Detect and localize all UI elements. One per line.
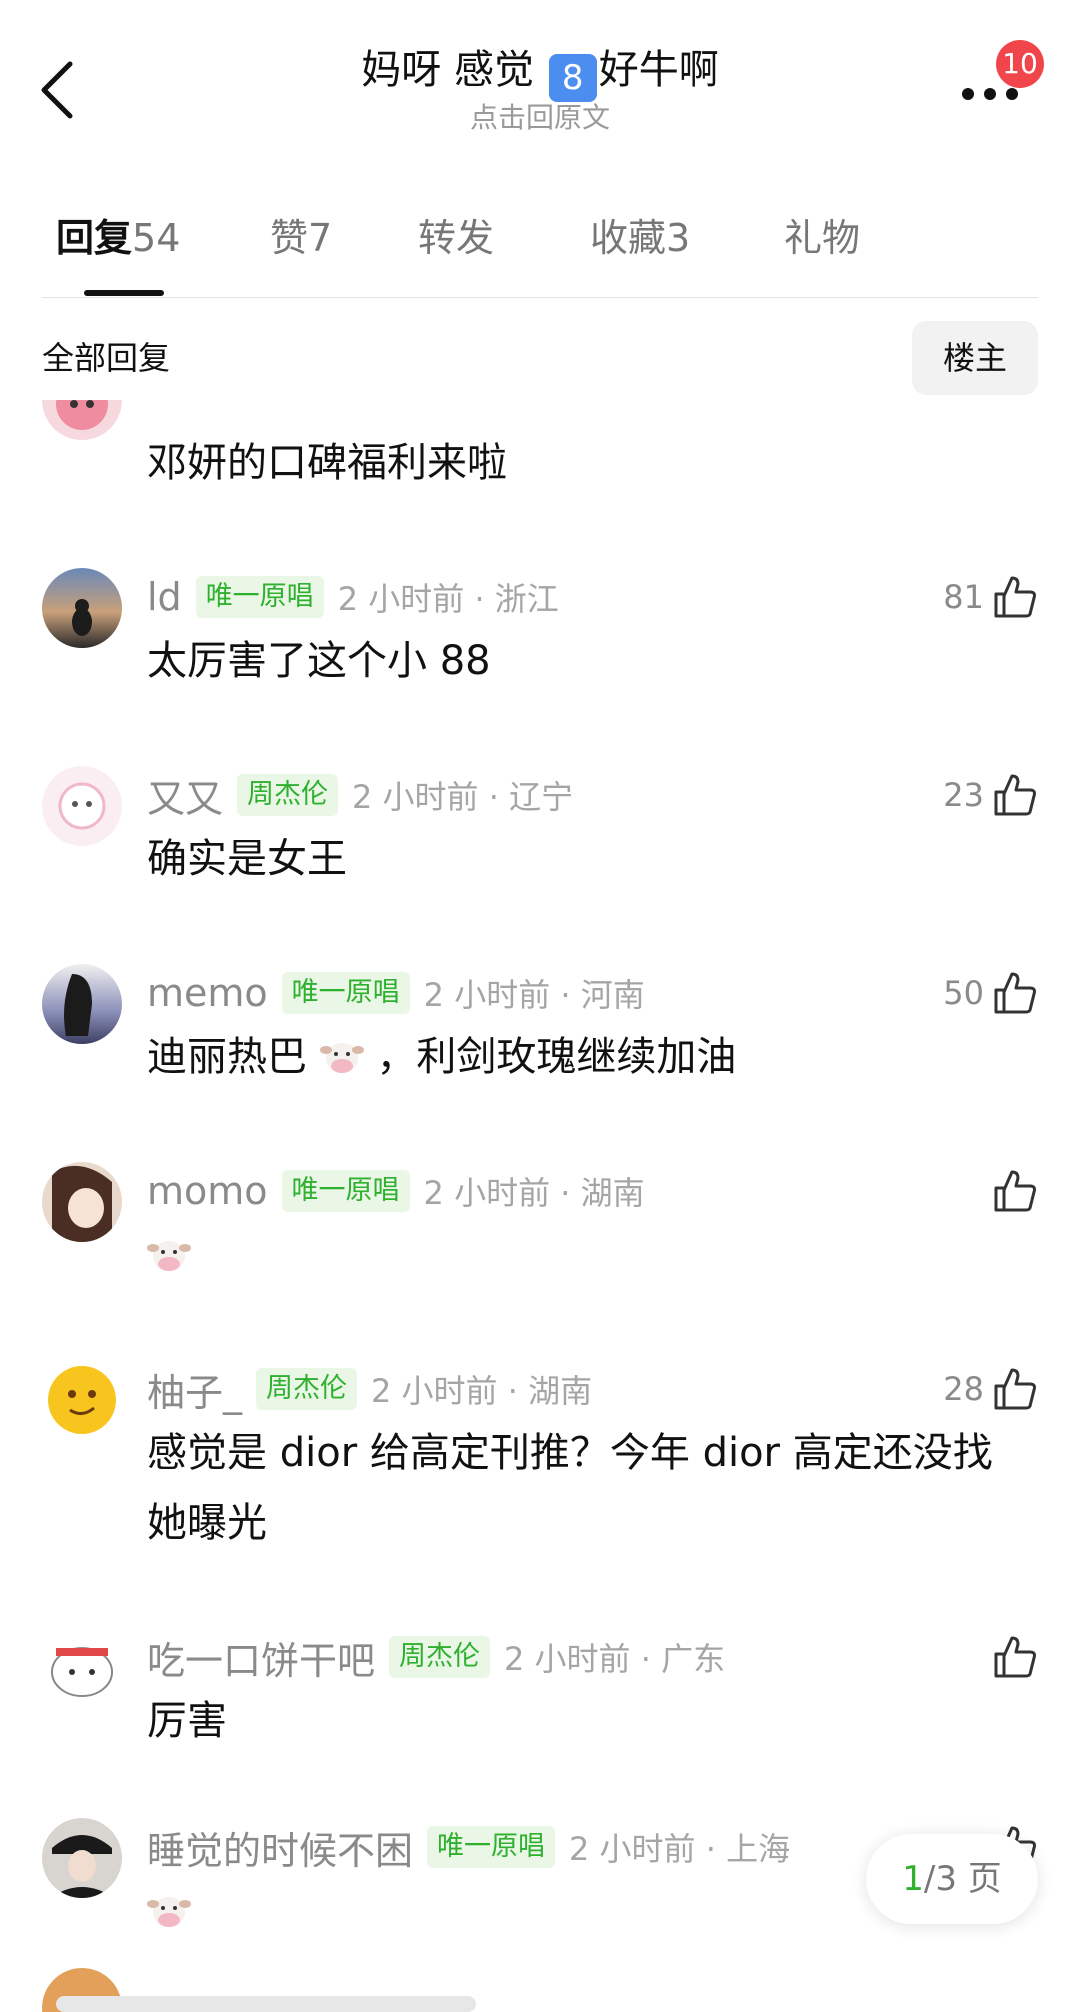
timestamp-location: 2 小时前 · 湖南 bbox=[423, 1174, 645, 1212]
avatar[interactable] bbox=[42, 766, 122, 846]
username[interactable]: memo bbox=[147, 971, 268, 1015]
tab-bar: 回复54 赞7 转发 收藏3 礼物 bbox=[56, 210, 1036, 290]
cow-emoji bbox=[319, 1043, 364, 1073]
notification-badge: 10 bbox=[996, 40, 1044, 88]
like-button[interactable] bbox=[984, 1632, 1038, 1682]
comment-text: 确实是女王 bbox=[147, 836, 347, 882]
thumbs-up-icon bbox=[994, 1636, 1036, 1678]
reply-input-bar[interactable] bbox=[56, 1996, 476, 2012]
avatar[interactable] bbox=[42, 568, 122, 648]
avatar[interactable] bbox=[42, 1818, 122, 1898]
thumbs-up-icon bbox=[994, 774, 1036, 816]
username[interactable]: 吃一口饼干吧 bbox=[147, 1630, 375, 1685]
thumbs-up-icon bbox=[994, 576, 1036, 618]
thumbs-up-icon bbox=[994, 972, 1036, 1014]
timestamp-location: 2 小时前 · 辽宁 bbox=[352, 778, 574, 816]
keycap-8-emoji: 8 bbox=[548, 54, 597, 102]
timestamp-location: 2 小时前 · 浙江 bbox=[337, 580, 559, 618]
timestamp-location: 2 小时前 · 广东 bbox=[504, 1640, 726, 1678]
comment-list: 邓妍的口碑福利来啦 ld 唯一原唱 2 小时前 · 浙江 81 太厉害了这个小 … bbox=[0, 400, 1080, 2012]
all-replies-heading: 全部回复 bbox=[42, 339, 171, 377]
fan-badge[interactable]: 唯一原唱 bbox=[427, 1826, 556, 1868]
like-count: 81 bbox=[943, 578, 984, 616]
tab-gifts[interactable]: 礼物 bbox=[784, 210, 860, 266]
avatar[interactable] bbox=[42, 964, 122, 1044]
comment-text bbox=[147, 1220, 1027, 1290]
avatar[interactable] bbox=[42, 400, 122, 440]
avatar[interactable] bbox=[42, 1628, 122, 1708]
cow-emoji bbox=[147, 1241, 191, 1271]
username[interactable]: ld bbox=[147, 575, 182, 619]
comment-text: 厉害 bbox=[147, 1698, 227, 1744]
tab-favorites[interactable]: 收藏3 bbox=[590, 210, 690, 266]
like-count: 23 bbox=[943, 776, 984, 814]
like-button[interactable]: 28 bbox=[943, 1364, 1038, 1414]
like-button[interactable]: 81 bbox=[943, 572, 1038, 622]
post-title-link[interactable]: 妈呀 感觉 8 好牛啊 点击回原文 bbox=[0, 42, 1080, 134]
avatar[interactable] bbox=[42, 1162, 122, 1242]
like-button[interactable]: 23 bbox=[943, 770, 1038, 820]
back-to-original-link[interactable]: 点击回原文 bbox=[0, 102, 1080, 134]
like-count: 50 bbox=[943, 974, 984, 1012]
comment-text: 感觉是 dior 给高定刊推？今年 dior 高定还没找她曝光 bbox=[147, 1430, 993, 1546]
tab-replies[interactable]: 回复54 bbox=[56, 210, 180, 266]
username[interactable]: 睡觉的时候不困 bbox=[147, 1820, 413, 1875]
timestamp-location: 2 小时前 · 湖南 bbox=[371, 1372, 593, 1410]
op-only-button[interactable]: 楼主 bbox=[912, 321, 1038, 395]
timestamp-location: 2 小时前 · 上海 bbox=[569, 1830, 791, 1868]
tab-likes[interactable]: 赞7 bbox=[270, 210, 332, 266]
fan-badge[interactable]: 周杰伦 bbox=[237, 774, 339, 816]
like-count: 28 bbox=[943, 1370, 984, 1408]
cow-emoji bbox=[147, 1897, 191, 1927]
username[interactable]: momo bbox=[147, 1169, 268, 1213]
fan-badge[interactable]: 周杰伦 bbox=[389, 1636, 491, 1678]
top-bar: 妈呀 感觉 8 好牛啊 点击回原文 10 bbox=[0, 0, 1080, 170]
fan-badge[interactable]: 唯一原唱 bbox=[281, 972, 410, 1014]
thumbs-up-icon bbox=[994, 1368, 1036, 1410]
thumbs-up-icon bbox=[994, 1170, 1036, 1212]
tab-reposts[interactable]: 转发 bbox=[418, 210, 494, 266]
comment-text: 迪丽热巴 ，利剑玫瑰继续加油 bbox=[147, 1034, 737, 1080]
divider bbox=[42, 297, 1038, 298]
fan-badge[interactable]: 唯一原唱 bbox=[195, 576, 324, 618]
avatar[interactable] bbox=[42, 1360, 122, 1440]
like-button[interactable] bbox=[984, 1166, 1038, 1216]
like-button[interactable]: 50 bbox=[943, 968, 1038, 1018]
fan-badge[interactable]: 唯一原唱 bbox=[281, 1170, 410, 1212]
username[interactable]: 又又 bbox=[147, 768, 223, 823]
active-tab-indicator bbox=[84, 290, 164, 296]
post-title: 妈呀 感觉 8 好牛啊 bbox=[0, 42, 1080, 102]
comment-text: 太厉害了这个小 88 bbox=[147, 638, 491, 684]
fan-badge[interactable]: 周杰伦 bbox=[256, 1368, 358, 1410]
username[interactable]: 柚子_ bbox=[147, 1362, 242, 1417]
comment-text: 邓妍的口碑福利来啦 bbox=[147, 440, 507, 486]
timestamp-location: 2 小时前 · 河南 bbox=[423, 976, 645, 1014]
page-indicator[interactable]: 1/3 页 bbox=[866, 1834, 1038, 1924]
